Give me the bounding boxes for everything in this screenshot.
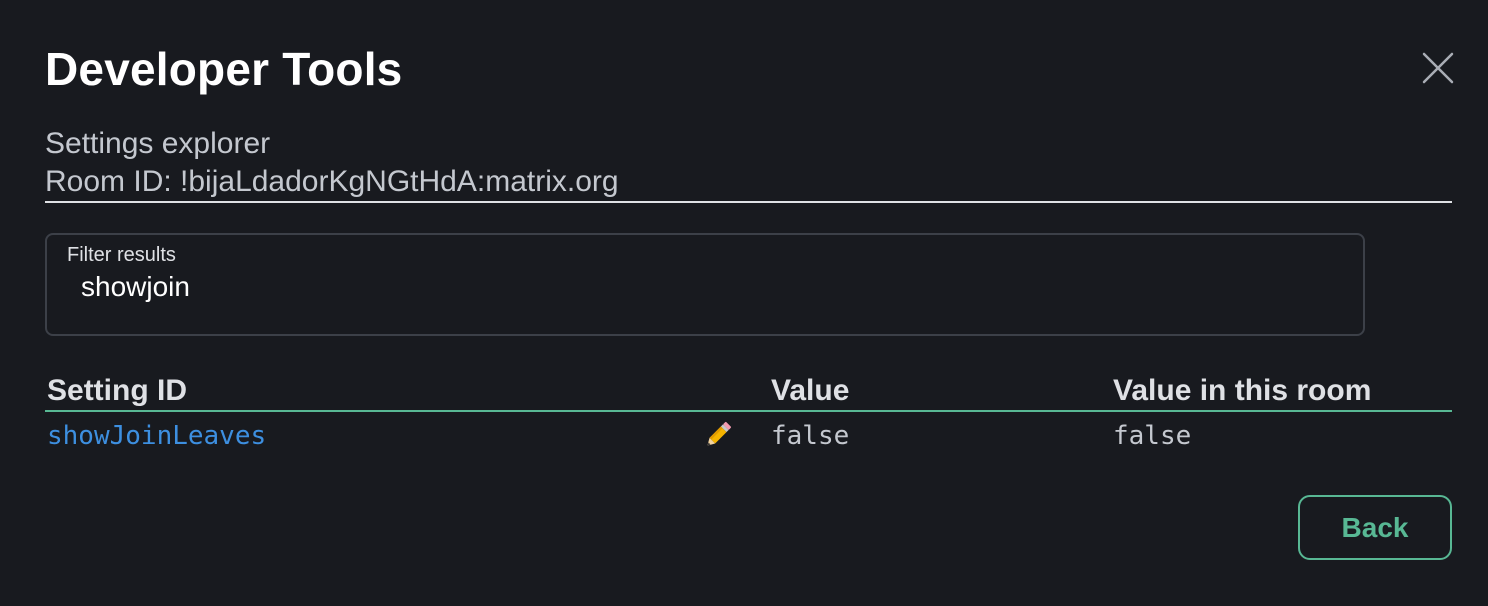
table-row: showJoinLeaves false false (45, 418, 1452, 458)
setting-id-link[interactable]: showJoinLeaves (47, 418, 266, 454)
setting-value-in-room: false (1113, 421, 1192, 451)
column-header-value: Value (771, 374, 850, 407)
tool-name: Settings explorer (45, 127, 271, 160)
room-id: Room ID: !bijaLdadorKgNGtHdA:matrix.org (45, 165, 619, 198)
dialog-subheader: Settings explorer Room ID: !bijaLdadorKg… (45, 125, 1452, 203)
column-header-setting-id: Setting ID (47, 374, 187, 407)
settings-table-header: Setting ID Value Value in this room (45, 372, 1452, 412)
setting-value: false (771, 421, 850, 451)
pencil-icon (707, 421, 732, 446)
dialog-title: Developer Tools (45, 43, 403, 95)
filter-label: Filter results (67, 244, 176, 266)
developer-tools-dialog: Developer Tools Settings explorer Room I… (0, 0, 1488, 606)
close-button[interactable] (1418, 48, 1458, 88)
edit-setting-button[interactable] (701, 418, 735, 452)
close-icon (1422, 52, 1454, 84)
back-button[interactable]: Back (1298, 495, 1452, 560)
column-header-value-in-room: Value in this room (1113, 374, 1372, 407)
filter-field[interactable]: Filter results (45, 233, 1365, 336)
filter-input[interactable] (81, 269, 1281, 305)
